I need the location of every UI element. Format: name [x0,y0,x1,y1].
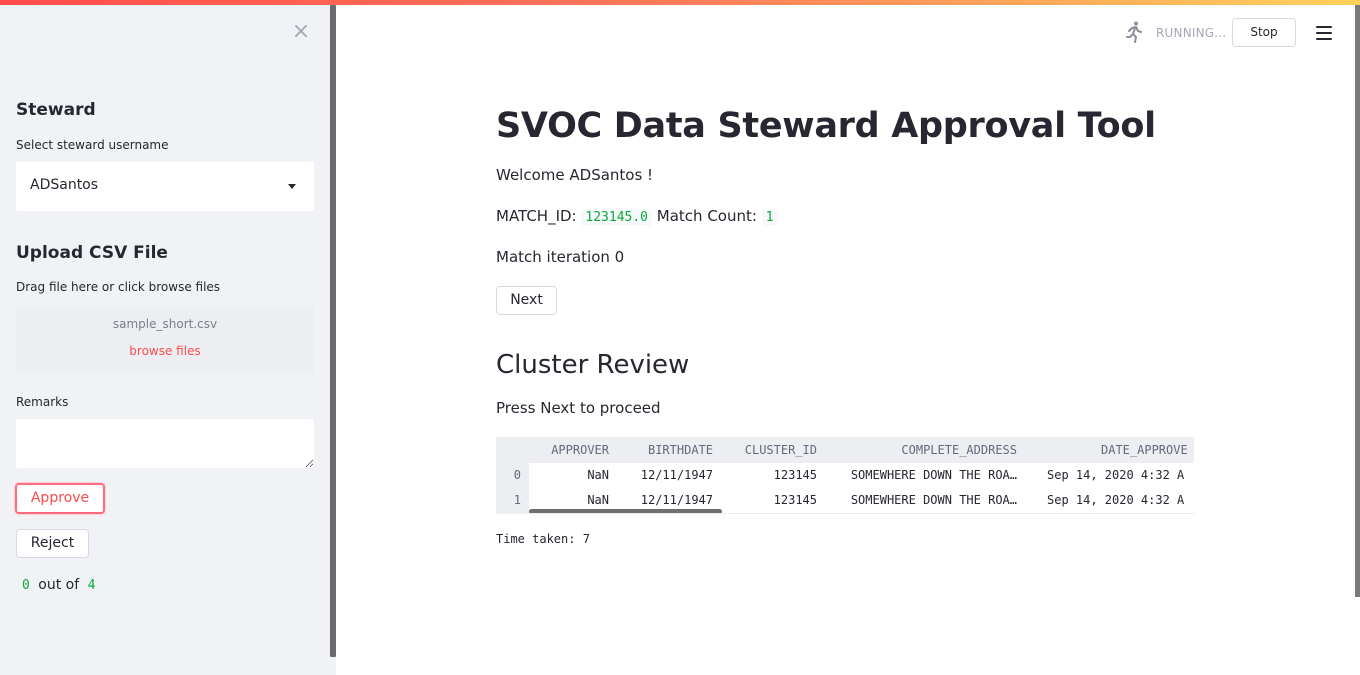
file-dropzone[interactable]: sample_short.csv browse files [16,307,314,373]
cluster-subtitle: Press Next to proceed [496,399,661,417]
uploaded-file-name: sample_short.csv [112,317,218,331]
iteration-text: Match iteration 0 [496,248,625,266]
time-taken: Time taken: 7 [496,532,590,546]
sidebar: × Steward Select steward username ADSant… [0,0,336,675]
table-cell[interactable]: SOMEWHERE DOWN THE ROA… [851,468,1017,482]
table-cell[interactable]: 12/11/1947 [641,468,713,482]
match-count-value: 1 [761,209,778,226]
table-cell[interactable]: NaN [587,493,609,507]
top-progress-decoration [0,0,1360,5]
chevron-down-icon [288,184,296,189]
table-horizontal-scrollbar[interactable] [529,509,722,513]
approval-progress: 0 out of 4 [22,577,95,593]
steward-select-value: ADSantos [30,177,99,193]
running-status: RUNNING... [1156,26,1227,40]
table-cell[interactable]: Sep 14, 2020 4:32 A [1047,493,1184,507]
sidebar-scrollbar[interactable] [330,5,336,657]
hamburger-menu-icon[interactable] [1316,26,1332,40]
close-icon[interactable]: × [290,20,312,44]
table-cell[interactable]: Sep 14, 2020 4:32 A [1047,468,1184,482]
count-total: 4 [87,578,96,593]
approve-button[interactable]: Approve [15,483,105,514]
match-count-label: Match Count: [656,207,757,225]
column-header-cluster-id[interactable]: CLUSTER_ID [745,443,817,457]
table-index-column [496,463,529,513]
browse-files-link[interactable]: browse files [16,344,314,358]
count-text: out of [38,577,80,593]
row-index: 0 [513,468,521,482]
column-header-date-approve[interactable]: DATE_APPROVE [1101,443,1188,457]
match-id-value: 123145.0 [581,209,653,226]
table-cell[interactable]: 12/11/1947 [641,493,713,507]
running-man-icon [1126,21,1142,43]
steward-select-label: Select steward username [16,138,169,152]
column-header-birthdate[interactable]: BIRTHDATE [648,443,713,457]
table-cell[interactable]: 123145 [774,493,817,507]
steward-select[interactable]: ADSantos [16,162,314,211]
column-header-complete-address[interactable]: COMPLETE_ADDRESS [901,443,1017,457]
match-id-label: MATCH_ID: [496,207,577,225]
table-cell[interactable]: NaN [587,468,609,482]
count-current: 0 [22,578,30,593]
next-button[interactable]: Next [496,286,557,315]
column-header-approver[interactable]: APPROVER [551,443,609,457]
reject-button[interactable]: Reject [16,529,89,558]
match-info-line: MATCH_ID: 123145.0 Match Count: 1 [496,207,778,226]
row-index: 1 [513,493,521,507]
page-scrollbar[interactable] [1355,5,1360,597]
upload-heading: Upload CSV File [16,243,168,263]
welcome-text: Welcome ADSantos ! [496,166,654,184]
steward-heading: Steward [16,100,96,120]
page-title: SVOC Data Steward Approval Tool [496,106,1156,146]
cluster-review-heading: Cluster Review [496,350,690,380]
remarks-label: Remarks [16,395,69,409]
upload-label: Drag file here or click browse files [16,280,221,294]
table-cell[interactable]: SOMEWHERE DOWN THE ROA… [851,493,1017,507]
cluster-dataframe[interactable]: APPROVER BIRTHDATE CLUSTER_ID COMPLETE_A… [496,437,1194,514]
stop-button[interactable]: Stop [1232,18,1296,47]
table-cell[interactable]: 123145 [774,468,817,482]
remarks-input[interactable] [16,419,314,468]
